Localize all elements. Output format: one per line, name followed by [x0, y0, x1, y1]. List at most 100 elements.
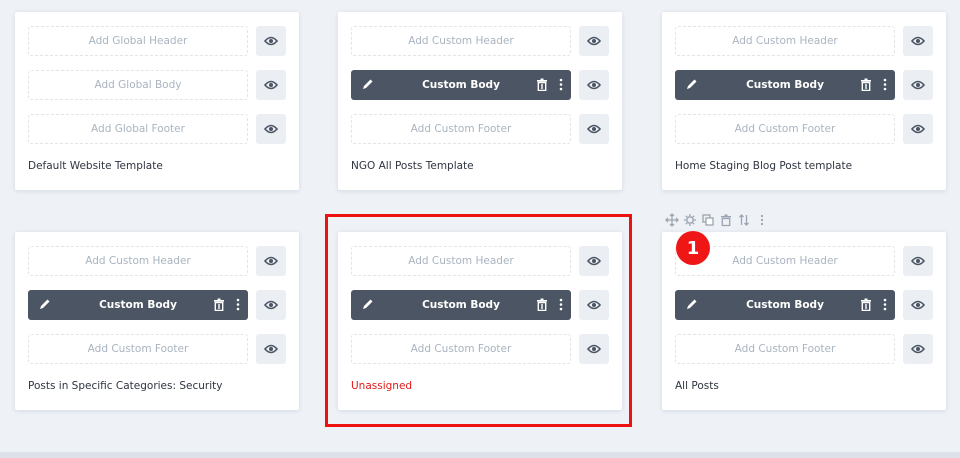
- more-vertical-icon[interactable]: [559, 298, 563, 311]
- eye-icon: [911, 344, 925, 354]
- template-name[interactable]: Posts in Specific Categories: Security: [28, 380, 222, 392]
- toggle-visibility-button[interactable]: [579, 290, 609, 320]
- toggle-visibility-button[interactable]: [903, 290, 933, 320]
- toggle-visibility-button[interactable]: [256, 114, 286, 144]
- toggle-visibility-button[interactable]: [903, 70, 933, 100]
- toggle-visibility-button[interactable]: [903, 334, 933, 364]
- slot-label: Add Custom Footer: [734, 343, 836, 355]
- card-hover-toolbar: [665, 213, 769, 227]
- eye-icon: [587, 36, 601, 46]
- step-number-badge: 1: [676, 231, 710, 265]
- toggle-visibility-button[interactable]: [579, 26, 609, 56]
- toggle-visibility-button[interactable]: [579, 246, 609, 276]
- trash-icon[interactable]: [860, 298, 872, 311]
- template-card: Add Custom Header Custom Body Add Custom…: [15, 232, 299, 410]
- toggle-visibility-button[interactable]: [903, 246, 933, 276]
- more-vertical-icon[interactable]: [236, 298, 240, 311]
- template-name[interactable]: Home Staging Blog Post template: [675, 160, 852, 172]
- eye-icon: [911, 36, 925, 46]
- slot-label: Custom Body: [746, 299, 824, 311]
- pencil-icon[interactable]: [685, 297, 699, 311]
- add-custom-header-slot[interactable]: Add Custom Header: [28, 246, 248, 276]
- more-vertical-icon[interactable]: [883, 78, 887, 91]
- more-vertical-icon[interactable]: [883, 298, 887, 311]
- move-icon[interactable]: [665, 213, 679, 227]
- eye-icon: [264, 256, 278, 266]
- template-card: Add Custom Header Custom Body Add Custom…: [338, 12, 622, 190]
- slot-label: Add Custom Footer: [410, 123, 512, 135]
- slot-label: Add Global Body: [94, 79, 182, 91]
- toggle-visibility-button[interactable]: [579, 70, 609, 100]
- add-global-body-slot[interactable]: Add Global Body: [28, 70, 248, 100]
- add-global-header-slot[interactable]: Add Global Header: [28, 26, 248, 56]
- eye-icon: [911, 300, 925, 310]
- more-vertical-icon[interactable]: [755, 213, 769, 227]
- duplicate-icon[interactable]: [701, 213, 715, 227]
- slot-label: Add Custom Footer: [87, 343, 189, 355]
- slot-label: Custom Body: [746, 79, 824, 91]
- template-name[interactable]: NGO All Posts Template: [351, 160, 474, 172]
- toggle-visibility-button[interactable]: [903, 26, 933, 56]
- custom-body-slot[interactable]: Custom Body: [351, 70, 571, 100]
- toggle-visibility-button[interactable]: [579, 114, 609, 144]
- toggle-visibility-button[interactable]: [256, 290, 286, 320]
- eye-icon: [264, 36, 278, 46]
- custom-body-slot[interactable]: Custom Body: [351, 290, 571, 320]
- trash-icon[interactable]: [213, 298, 225, 311]
- template-card: Add Custom Header Custom Body Add Custom…: [338, 232, 622, 410]
- template-card: Add Custom Header Custom Body Add Custom…: [662, 12, 946, 190]
- template-name[interactable]: All Posts: [675, 380, 719, 392]
- add-custom-header-slot[interactable]: Add Custom Header: [351, 26, 571, 56]
- slot-label: Add Custom Header: [85, 255, 191, 267]
- eye-icon: [264, 344, 278, 354]
- sort-icon[interactable]: [737, 213, 751, 227]
- add-custom-header-slot[interactable]: Add Custom Header: [675, 26, 895, 56]
- slot-label: Custom Body: [422, 79, 500, 91]
- toggle-visibility-button[interactable]: [903, 114, 933, 144]
- eye-icon: [587, 344, 601, 354]
- add-custom-footer-slot[interactable]: Add Custom Footer: [675, 334, 895, 364]
- slot-label: Add Custom Header: [732, 35, 838, 47]
- pencil-icon[interactable]: [685, 77, 699, 91]
- template-name-unassigned[interactable]: Unassigned: [351, 380, 412, 392]
- template-card: Add Global Header Add Global Body Add Gl…: [15, 12, 299, 190]
- pencil-icon[interactable]: [38, 297, 52, 311]
- eye-icon: [587, 80, 601, 90]
- add-custom-header-slot[interactable]: Add Custom Header: [351, 246, 571, 276]
- add-global-footer-slot[interactable]: Add Global Footer: [28, 114, 248, 144]
- bottom-divider: [0, 452, 960, 458]
- custom-body-slot[interactable]: Custom Body: [675, 290, 895, 320]
- add-custom-footer-slot[interactable]: Add Custom Footer: [351, 334, 571, 364]
- eye-icon: [911, 80, 925, 90]
- gear-icon[interactable]: [683, 213, 697, 227]
- trash-icon[interactable]: [719, 213, 733, 227]
- slot-label: Custom Body: [422, 299, 500, 311]
- pencil-icon[interactable]: [361, 297, 375, 311]
- more-vertical-icon[interactable]: [559, 78, 563, 91]
- slot-label: Add Global Footer: [91, 123, 185, 135]
- slot-label: Add Custom Footer: [734, 123, 836, 135]
- eye-icon: [911, 256, 925, 266]
- slot-label: Add Custom Header: [732, 255, 838, 267]
- toggle-visibility-button[interactable]: [256, 334, 286, 364]
- toggle-visibility-button[interactable]: [579, 334, 609, 364]
- eye-icon: [264, 300, 278, 310]
- custom-body-slot[interactable]: Custom Body: [675, 70, 895, 100]
- slot-label: Custom Body: [99, 299, 177, 311]
- add-custom-footer-slot[interactable]: Add Custom Footer: [675, 114, 895, 144]
- trash-icon[interactable]: [536, 78, 548, 91]
- pencil-icon[interactable]: [361, 77, 375, 91]
- add-custom-footer-slot[interactable]: Add Custom Footer: [351, 114, 571, 144]
- slot-label: Add Custom Header: [408, 35, 514, 47]
- trash-icon[interactable]: [860, 78, 872, 91]
- trash-icon[interactable]: [536, 298, 548, 311]
- eye-icon: [587, 256, 601, 266]
- toggle-visibility-button[interactable]: [256, 26, 286, 56]
- add-custom-footer-slot[interactable]: Add Custom Footer: [28, 334, 248, 364]
- custom-body-slot[interactable]: Custom Body: [28, 290, 248, 320]
- toggle-visibility-button[interactable]: [256, 246, 286, 276]
- template-name[interactable]: Default Website Template: [28, 160, 163, 172]
- eye-icon: [264, 124, 278, 134]
- toggle-visibility-button[interactable]: [256, 70, 286, 100]
- slot-label: Add Custom Header: [408, 255, 514, 267]
